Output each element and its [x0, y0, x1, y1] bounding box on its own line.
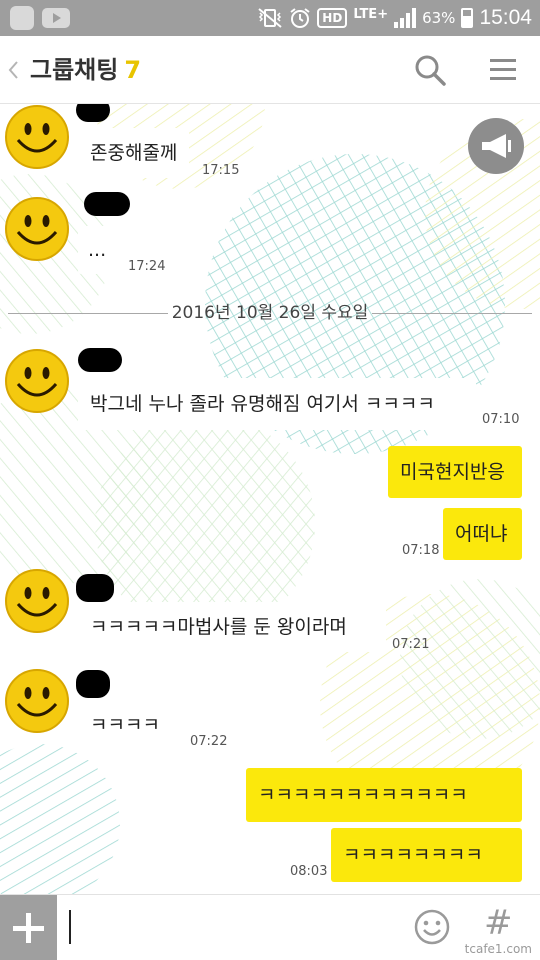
text-cursor	[69, 910, 71, 944]
chevron-left-icon[interactable]	[6, 52, 26, 88]
chat-message-list[interactable]: 존중해줄께 17:15 ... 17:24 2016년 10월 26일 수요일 …	[0, 104, 540, 894]
message-bubble[interactable]: ...	[78, 226, 117, 274]
message-bubble[interactable]: 존중해줄께	[78, 128, 190, 178]
my-message-bubble[interactable]: ㅋㅋㅋㅋㅋㅋㅋㅋ	[331, 828, 522, 882]
message-time: 17:15	[202, 163, 240, 178]
clock: 15:04	[479, 6, 532, 29]
avatar[interactable]	[4, 568, 70, 634]
attach-button[interactable]	[0, 895, 57, 960]
member-count: 7	[124, 56, 142, 84]
date-label: 2016년 10월 26일 수요일	[171, 303, 369, 323]
sender-name-redacted	[76, 574, 114, 602]
avatar[interactable]	[4, 196, 70, 262]
sender-name-redacted	[76, 670, 110, 698]
search-icon[interactable]	[414, 54, 446, 86]
message-time: 07:21	[392, 637, 430, 652]
message-time: 07:10	[482, 412, 520, 427]
avatar[interactable]	[4, 104, 70, 170]
message-time: 08:03	[290, 864, 328, 879]
room-name: 그룹채팅	[30, 56, 119, 84]
mute-vibrate-icon	[258, 8, 282, 28]
my-message-bubble[interactable]: 미국현지반응	[388, 446, 522, 498]
chat-title: 그룹채팅 7	[30, 52, 141, 88]
message-time: 07:22	[190, 734, 228, 749]
message-input[interactable]	[58, 895, 398, 960]
hd-icon: HD	[317, 8, 348, 28]
plus-icon	[13, 913, 44, 943]
alarm-icon	[290, 8, 310, 28]
watermark: tcafe1.com	[464, 942, 532, 956]
avatar[interactable]	[4, 668, 70, 734]
message-bubble[interactable]: 박그네 누나 졸라 유명해짐 여기서 ㅋㅋㅋㅋ	[78, 378, 476, 430]
battery-percent: 63%	[422, 9, 456, 27]
my-message-bubble[interactable]: 어떠냐	[443, 508, 522, 560]
my-message-bubble[interactable]: ㅋㅋㅋㅋㅋㅋㅋㅋㅋㅋㅋㅋ	[246, 768, 522, 822]
avatar[interactable]	[4, 348, 70, 414]
megaphone-icon[interactable]	[468, 118, 524, 174]
youtube-icon	[42, 8, 70, 28]
sender-name-redacted	[78, 348, 122, 372]
message-time: 17:24	[128, 259, 166, 274]
message-bubble[interactable]: ㅋㅋㅋㅋ	[78, 700, 186, 750]
hamburger-menu-icon[interactable]	[486, 55, 520, 85]
chat-header: 그룹채팅 7	[0, 36, 540, 104]
status-bar: HD LTE+ 63% 15:04	[0, 0, 540, 36]
sender-name-redacted	[76, 104, 110, 122]
message-input-bar: # tcafe1.com	[0, 894, 540, 960]
hash-icon[interactable]: #	[484, 901, 513, 945]
lte-icon: LTE+	[353, 6, 389, 22]
emoji-icon[interactable]	[414, 909, 450, 945]
message-time: 07:18	[402, 543, 440, 558]
date-divider: 2016년 10월 26일 수요일	[8, 298, 532, 328]
message-bubble[interactable]: ㅋㅋㅋㅋㅋ마법사를 둔 왕이라며	[78, 602, 386, 652]
sender-name-redacted	[84, 192, 130, 216]
app-icon	[10, 6, 34, 30]
battery-icon	[461, 8, 474, 28]
signal-icon	[394, 8, 417, 28]
